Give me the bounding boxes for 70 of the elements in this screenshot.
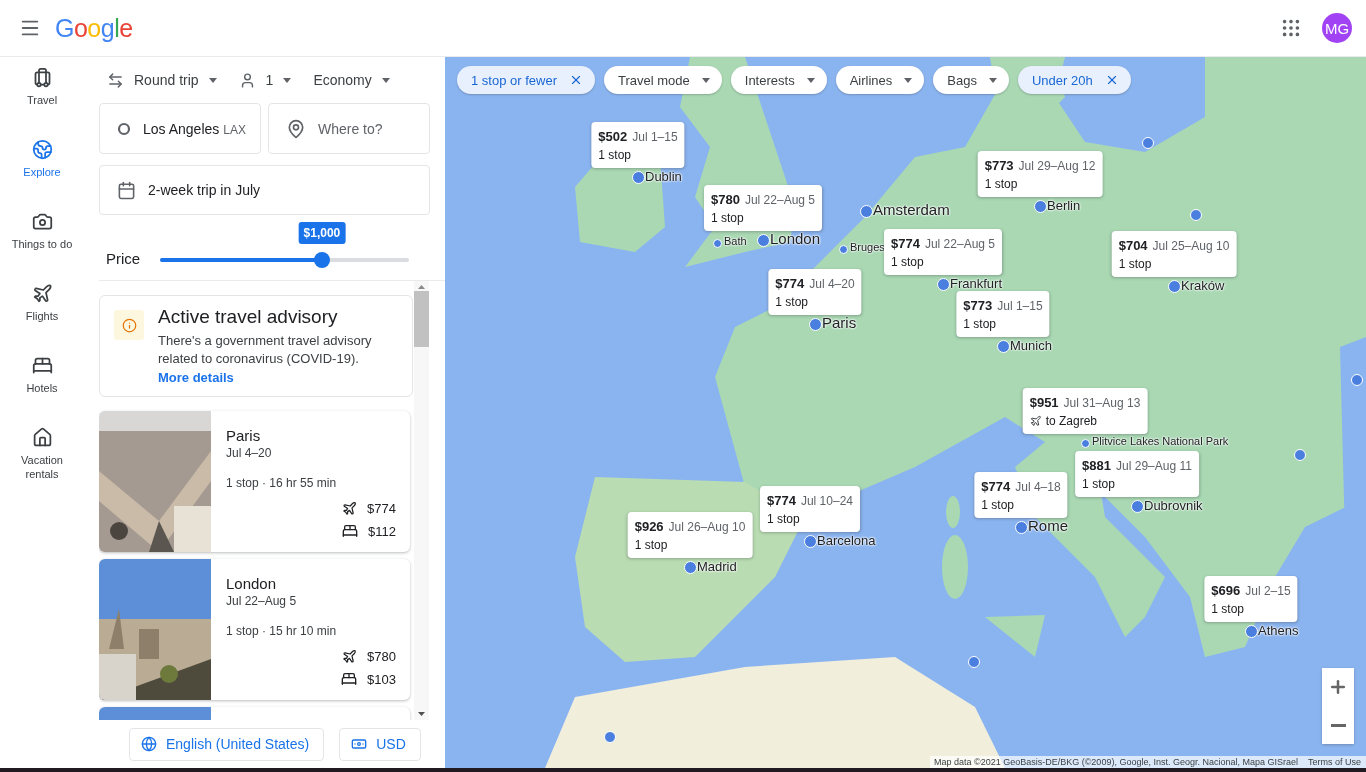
hotel-price: $103	[367, 671, 396, 687]
city-label[interactable]: Plitvice Lakes National Park	[1092, 435, 1229, 447]
flight-price: $780	[367, 649, 396, 664]
map-attribution: Map data ©2021 GeoBasis-DE/BKG (©2009), Google, Inst. Geogr. Nacional, Mapa GISrael	[934, 757, 1298, 767]
city-label[interactable]: Bath	[724, 235, 747, 247]
price-label: Price	[106, 249, 141, 269]
flight-summary: 1 stop · 16 hr 55 min	[226, 476, 338, 490]
city-label[interactable]: Barcelona	[817, 533, 876, 548]
more-details-link[interactable]: More details	[158, 370, 234, 385]
price-card[interactable]: $502 Jul 1–15 1 stop	[591, 122, 685, 168]
city-label[interactable]: London	[770, 230, 821, 247]
flight-price: $774	[367, 501, 396, 516]
city-label[interactable]: Athens	[1258, 623, 1299, 638]
nav-item[interactable]: Things to do	[2, 211, 82, 283]
city-label[interactable]: Bruges	[850, 241, 885, 253]
price-card[interactable]: $926 Jul 26–Aug 10 1 stop	[627, 512, 753, 558]
origin-field[interactable]: Los Angeles LAX	[99, 103, 261, 154]
price-tooltip: $1,000	[298, 222, 346, 244]
nav-item[interactable]: Travel	[2, 67, 82, 139]
price-card[interactable]: $704 Jul 25–Aug 10 1 stop	[1111, 231, 1237, 277]
city-label[interactable]: Frankfurt	[950, 276, 1002, 291]
filter-chip[interactable]: Travel mode	[604, 66, 722, 94]
nav-item[interactable]: Hotels	[2, 355, 82, 427]
trip-dates: Jul 4–20	[226, 446, 273, 460]
price-card[interactable]: $773 Jul 1–15 1 stop	[956, 291, 1050, 337]
flight-summary: 1 stop · 15 hr 10 min	[226, 624, 338, 638]
price-card[interactable]: $696 Jul 2–15 1 stop	[1204, 576, 1298, 622]
city-label[interactable]: Munich	[1010, 338, 1052, 353]
price-card[interactable]: $780 Jul 22–Aug 5 1 stop	[704, 185, 822, 231]
hotel-price: $112	[368, 523, 396, 539]
city-label[interactable]: Paris	[822, 314, 857, 331]
city-label[interactable]: Dubrovnik	[1144, 498, 1203, 513]
advisory-title: Active travel advisory	[158, 306, 339, 328]
nav-item[interactable]: Vacation rentals	[2, 427, 82, 499]
destination-card[interactable]: Paris Jul 4–20 1 stop · 16 hr 55 min $774 $112	[99, 411, 410, 552]
filter-chip[interactable]: Interests	[730, 66, 827, 94]
price-card[interactable]: $774 Jul 4–18 1 stop	[974, 472, 1068, 518]
price-card[interactable]: $774 Jul 10–24 1 stop	[760, 486, 860, 532]
city-name: Paris	[226, 427, 262, 444]
city-name: London	[226, 575, 278, 592]
destination-input[interactable]: Where to?	[318, 104, 428, 153]
price-card[interactable]: $774 Jul 22–Aug 5 1 stop	[884, 229, 1002, 275]
city-label[interactable]: Kraków	[1181, 278, 1225, 293]
trip-option-dropdown[interactable]: Economy	[313, 72, 390, 88]
nav-item[interactable]: Flights	[2, 283, 82, 355]
price-card[interactable]: $951 Jul 31–Aug 13 to Zagreb	[1022, 388, 1148, 434]
city-label[interactable]: Madrid	[697, 559, 737, 574]
city-label[interactable]: Rome	[1028, 517, 1068, 534]
destination-field[interactable]: Where to?	[268, 103, 430, 154]
city-label[interactable]: Dublin	[645, 169, 682, 184]
city-label[interactable]: Berlin	[1047, 198, 1081, 213]
language-button[interactable]: English (United States)	[129, 727, 325, 761]
date-field[interactable]: 2-week trip in July	[99, 165, 430, 215]
nav-item[interactable]: Explore	[2, 139, 82, 211]
price-card[interactable]: $773 Jul 29–Aug 12 1 stop	[977, 151, 1103, 197]
trip-option-dropdown[interactable]: Round trip	[107, 71, 217, 89]
advisory-text: There's a government travel advisory related to coronavirus (COVID-19).	[158, 332, 373, 368]
filter-chip[interactable]: Airlines	[835, 66, 925, 94]
price-card[interactable]: $774 Jul 4–20 1 stop	[768, 269, 862, 315]
trip-option-dropdown[interactable]: 1	[238, 71, 292, 89]
filter-chip[interactable]: 1 stop or fewer	[457, 66, 595, 94]
currency-button[interactable]: USD	[339, 727, 421, 761]
trip-dates: Jul 22–Aug 5	[226, 594, 298, 608]
terms-link[interactable]: Terms of Use	[1308, 757, 1361, 767]
filter-chip[interactable]: Under 20h	[1017, 66, 1131, 94]
avatar[interactable]: MG	[1322, 13, 1352, 43]
city-label[interactable]: Amsterdam	[873, 201, 950, 218]
filter-chip[interactable]: Bags	[933, 66, 1009, 94]
logo[interactable]: Google	[55, 13, 133, 43]
price-card[interactable]: $881 Jul 29–Aug 11 1 stop	[1075, 451, 1199, 497]
